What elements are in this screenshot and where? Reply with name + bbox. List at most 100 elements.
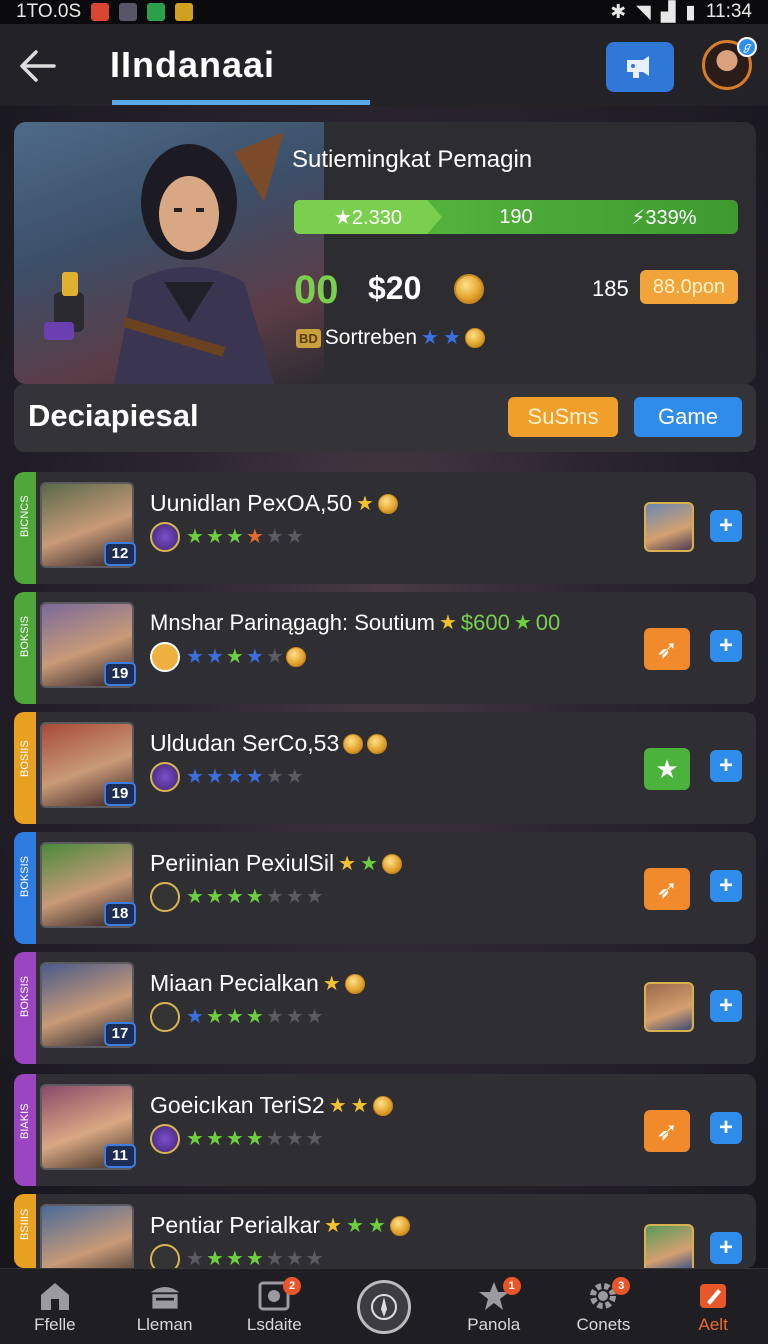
back-arrow-icon[interactable] (18, 46, 58, 86)
rating-row: ★ ★ ★ ★ ★ ★ ★ (150, 1244, 324, 1268)
star-icon: ★ (265, 1248, 284, 1268)
game-button[interactable]: Game (634, 397, 742, 437)
list-item[interactable]: BIAKIS 11 Goeicıkan TeriS2 ★ ★ ★ ★ ★ ★ ★ ★ ★ ➶ + (14, 1074, 756, 1186)
nav-panola[interactable]: 1 Panola (439, 1269, 549, 1344)
star-icon: ★ (205, 886, 224, 908)
list-item[interactable]: BOSIIS 19 Uldudan SerCo,53 ★ ★ ★ ★ ★ ★ ★ + (14, 712, 756, 824)
list-item[interactable]: BOKSIS 19 Mnshar Parinągagh: Soutium ★ $60… (14, 592, 756, 704)
level-badge: 18 (104, 902, 136, 926)
star-icon: ★ (285, 886, 304, 908)
card-extra: 00 (535, 610, 561, 635)
rating-row: ★ ★ ★ ★ ★ ★ ★ (150, 882, 324, 912)
level-badge: 12 (104, 542, 136, 566)
home-icon (37, 1279, 73, 1313)
star-icon: ★ (265, 766, 284, 788)
nav-conets[interactable]: 3 Conets (549, 1269, 659, 1344)
rank-badge-icon (150, 1124, 180, 1154)
bird-icon: ➶ (656, 1115, 678, 1146)
progress-segment: 190 (499, 205, 533, 228)
list-item[interactable]: BICNCS 12 Uunidlan PexOA,50 ★ ★ ★ ★ ★ ★ ★ + (14, 472, 756, 584)
star-icon: ★ (225, 1006, 244, 1028)
card-name: Uunidlan PexOA,50 (150, 490, 353, 516)
nav-lleman[interactable]: Lleman (110, 1269, 220, 1344)
friend-avatar[interactable] (644, 502, 694, 552)
bottom-navigation: Ffelle Lleman 2 Lsdaite 1 Panola 3 Conet… (0, 1268, 768, 1344)
bluetooth-icon: ✱ (610, 1, 627, 23)
list-item[interactable]: BSIIIS Pentiar Perialkar ★ ★ ★ ★ ★ ★ ★ ★ ★ ★ + (14, 1194, 756, 1268)
star-icon: ★ (328, 1094, 347, 1117)
rating-row: ★ ★ ★ ★ ★ (150, 642, 306, 672)
star-icon: ★ (265, 646, 284, 668)
xp-progress-bar: ★2.330 190 ⚡339% (294, 200, 738, 234)
add-button[interactable]: + (710, 630, 742, 662)
nav-label: Lsdaite (246, 1314, 302, 1334)
star-icon: ★ (285, 766, 304, 788)
star-button[interactable]: ★ (644, 748, 690, 790)
add-button[interactable]: + (710, 1112, 742, 1144)
star-icon: ★ (225, 1248, 244, 1268)
nav-aelt[interactable]: Aelt (658, 1269, 768, 1344)
star-icon: ★ (245, 646, 264, 668)
stripe-label: BOSIIS (19, 740, 31, 777)
avatar-badge-icon: ℊ (737, 37, 757, 57)
star-icon: ★ (186, 1006, 204, 1028)
heart-icon (150, 642, 180, 672)
notification-icon (119, 3, 138, 21)
card-stripe: BOKSIS (14, 592, 36, 704)
stripe-label: BSIIIS (19, 1208, 31, 1240)
star-icon: ★ (186, 766, 204, 788)
star-icon: ★ (205, 1006, 224, 1028)
star-icon: ★ (285, 1128, 304, 1150)
friend-avatar[interactable] (644, 982, 694, 1032)
battery-icon: ▮ (685, 1, 696, 23)
nav-lsdaite[interactable]: 2 Lsdaite (219, 1269, 329, 1344)
star-icon: ★ (245, 1128, 264, 1150)
star-icon: ★ (285, 526, 304, 548)
card-name: Goeicıkan TeriS2 (150, 1092, 325, 1118)
list-item[interactable]: BOKSIS 18 Periinian PexiulSil ★ ★ ★ ★ ★ ★ ★ ★ ★ … (14, 832, 756, 944)
add-button[interactable]: + (710, 990, 742, 1022)
add-button[interactable]: + (710, 1232, 742, 1264)
progress-segment: ⚡339% (631, 206, 697, 229)
rank-badge-icon (150, 1002, 180, 1032)
stripe-label: BOKSIS (19, 856, 31, 897)
star-icon: ★ (186, 1248, 204, 1268)
bird-button[interactable]: ➶ (644, 628, 690, 670)
susms-button[interactable]: SuSms (508, 397, 618, 437)
card-price: $600 (460, 610, 510, 635)
bird-button[interactable]: ➶ (644, 868, 690, 910)
star-icon: ★ (265, 886, 284, 908)
card-name: Miaan Pecialkan (150, 970, 319, 996)
card-stripe: BICNCS (14, 472, 36, 584)
stripe-label: BOKSIS (19, 976, 31, 1017)
bird-button[interactable]: ➶ (644, 1110, 690, 1152)
star-icon: ★ (285, 1006, 304, 1028)
star-icon: ★ (285, 1248, 304, 1268)
nav-center-button[interactable] (329, 1269, 439, 1344)
add-button[interactable]: + (710, 750, 742, 782)
nav-home[interactable]: Ffelle (0, 1269, 110, 1344)
coupon-pill[interactable]: 88.0pon (640, 270, 738, 304)
star-icon: ★ (245, 886, 264, 908)
friend-avatar[interactable] (644, 1224, 694, 1268)
star-icon: ★ (305, 1248, 324, 1268)
count-value: 185 (592, 276, 629, 301)
add-button[interactable]: + (710, 510, 742, 542)
star-icon: ★ (421, 327, 439, 349)
user-avatar[interactable]: ℊ (702, 37, 757, 90)
coin-icon (389, 1215, 410, 1236)
rating-row: ★ ★ ★ ★ ★ ★ ★ (150, 1124, 324, 1154)
star-icon: ★ (438, 612, 457, 634)
character-illustration (44, 132, 284, 384)
gamepad-button[interactable] (606, 42, 674, 92)
rank-text: Sortreben (324, 326, 418, 349)
card-stripe: BOSIIS (14, 712, 36, 824)
star-icon: ★ (186, 646, 204, 668)
star-icon: ★ (245, 766, 264, 788)
star-icon: ★ (305, 1006, 324, 1028)
bird-icon: ➶ (656, 633, 678, 664)
add-button[interactable]: + (710, 870, 742, 902)
star-icon: ★ (225, 766, 244, 788)
list-item[interactable]: BOKSIS 17 Miaan Pecialkan ★ ★ ★ ★ ★ ★ ★ ★ + (14, 952, 756, 1064)
bird-icon: ➶ (656, 873, 678, 904)
